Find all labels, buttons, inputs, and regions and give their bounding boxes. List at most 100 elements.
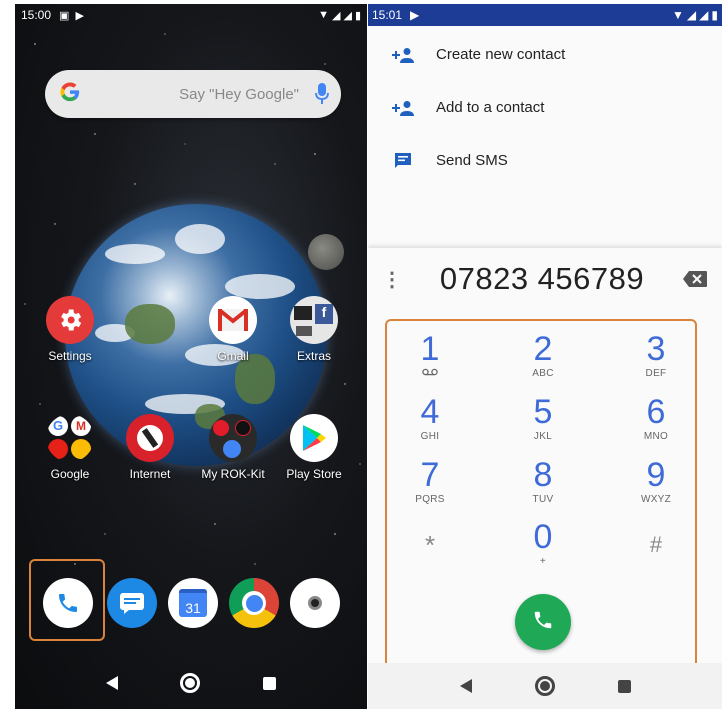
action-label: Create new contact (436, 46, 566, 63)
key-digit: 3 (646, 330, 666, 368)
key-7[interactable]: 7 PQRS (395, 458, 465, 505)
add-person-icon (390, 45, 416, 65)
app-extras-folder[interactable]: f Extras (279, 296, 349, 363)
call-button[interactable] (515, 594, 571, 650)
search-placeholder: Say "Hey Google" (179, 85, 299, 103)
key-letters: DEF (645, 368, 667, 379)
google-search-bar[interactable]: Say "Hey Google" (45, 70, 341, 118)
key-hash[interactable]: # (621, 528, 691, 562)
key-letters: GHI (420, 431, 440, 442)
clock: 15:01 (372, 8, 403, 22)
highlight-box (29, 559, 105, 641)
back-icon[interactable] (459, 679, 472, 693)
dialer-screen: 15:01 ▶ ▼ ◢ ◢ ▮ Create new contact Add t… (368, 4, 722, 709)
key-letters: MNO (643, 431, 669, 442)
cast-notification-icon: ▶ (410, 8, 420, 22)
wifi-icon: ▼ (672, 8, 684, 22)
key-letters: JKL (533, 431, 553, 442)
key-6[interactable]: 6 MNO (621, 395, 691, 442)
contact-actions-list: Create new contact Add to a contact Send… (368, 28, 722, 187)
camera-app-icon[interactable] (290, 578, 340, 628)
app-google-folder[interactable]: G M Google (35, 414, 105, 481)
navigation-bar (368, 663, 722, 709)
signal-icon-2: ◢ (343, 9, 352, 22)
key-digit: 8 (533, 456, 553, 494)
key-9[interactable]: 9 WXYZ (621, 458, 691, 505)
key-digit: 0 (533, 518, 553, 556)
backspace-icon[interactable] (682, 270, 708, 288)
calendar-app-icon[interactable]: 31 (168, 578, 218, 628)
key-digit: 6 (646, 393, 666, 431)
extras-folder-icon: f (290, 296, 338, 344)
add-to-contact-action[interactable]: Add to a contact (368, 81, 722, 134)
gmail-icon (209, 296, 257, 344)
app-internet[interactable]: Internet (115, 414, 185, 481)
key-4[interactable]: 4 GHI (395, 395, 465, 442)
settings-icon (46, 296, 94, 344)
rok-kit-folder-icon (209, 414, 257, 462)
key-digit: 5 (533, 393, 553, 431)
status-bar: 15:01 ▶ ▼ ◢ ◢ ▮ (368, 4, 722, 26)
app-settings[interactable]: Settings (35, 296, 105, 363)
app-play-store[interactable]: Play Store (279, 414, 349, 481)
action-label: Add to a contact (436, 99, 545, 116)
key-digit: 2 (533, 330, 553, 368)
mic-icon[interactable] (315, 83, 329, 105)
image-notification-icon: ▣ (59, 9, 70, 22)
signal-icon: ◢ (332, 9, 341, 22)
app-label: Extras (296, 349, 331, 363)
key-letters: PQRS (415, 494, 445, 505)
recent-apps-icon[interactable] (262, 676, 276, 690)
key-digit: 1 (420, 330, 440, 368)
signal-icon-2: ◢ (699, 8, 709, 22)
key-5[interactable]: 5 JKL (508, 395, 578, 442)
action-label: Send SMS (436, 152, 508, 169)
home-screen: 15:00 ▣ ▶ ▼ ◢ ◢ ▮ Say "Hey Google" Setti… (15, 4, 367, 709)
key-0[interactable]: 0 + (508, 520, 578, 567)
calendar-day: 31 (179, 589, 207, 617)
key-digit: 4 (420, 393, 440, 431)
key-letters: WXYZ (640, 494, 672, 505)
create-new-contact-action[interactable]: Create new contact (368, 28, 722, 81)
google-logo-icon (59, 79, 81, 110)
key-8[interactable]: 8 TUV (508, 458, 578, 505)
clock: 15:00 (21, 8, 52, 22)
key-1[interactable]: 1 (395, 332, 465, 379)
app-label: My ROK-Kit (201, 467, 265, 481)
key-digit: * (424, 530, 436, 560)
key-digit: 7 (420, 456, 440, 494)
moon-wallpaper (308, 234, 344, 270)
home-icon[interactable] (534, 676, 555, 696)
phone-icon (532, 609, 554, 636)
google-folder-icon: G M (46, 414, 94, 462)
key-letters: TUV (532, 494, 554, 505)
key-letters: + (539, 556, 547, 567)
key-letters: ABC (532, 368, 554, 379)
chrome-app-icon[interactable] (229, 578, 279, 628)
back-icon[interactable] (106, 676, 119, 690)
key-2[interactable]: 2 ABC (508, 332, 578, 379)
signal-icon: ◢ (686, 8, 697, 22)
internet-icon (126, 414, 174, 462)
key-digit: 9 (646, 456, 666, 494)
battery-icon: ▮ (711, 8, 718, 22)
app-label: Google (50, 467, 90, 481)
more-options-icon[interactable]: ⋮ (382, 267, 402, 292)
wifi-icon: ▼ (318, 9, 329, 21)
dialpad-panel: ⋮ 07823 456789 1 2 ABC 3 DEF 4 GHI 5 JKL… (368, 248, 722, 709)
add-person-icon (390, 98, 416, 118)
app-my-rok-kit-folder[interactable]: My ROK-Kit (198, 414, 268, 481)
key-digit: # (649, 532, 663, 557)
key-3[interactable]: 3 DEF (621, 332, 691, 379)
send-sms-action[interactable]: Send SMS (368, 134, 722, 187)
key-star[interactable]: * (395, 528, 465, 562)
dialed-number[interactable]: 07823 456789 (402, 261, 682, 297)
battery-icon: ▮ (354, 9, 361, 22)
app-label: Play Store (286, 467, 342, 481)
app-gmail[interactable]: Gmail (198, 296, 268, 363)
home-icon[interactable] (180, 673, 201, 693)
voicemail-icon (395, 368, 465, 379)
messages-app-icon[interactable] (107, 578, 157, 628)
app-label: Gmail (217, 349, 249, 363)
recent-apps-icon[interactable] (617, 679, 631, 693)
